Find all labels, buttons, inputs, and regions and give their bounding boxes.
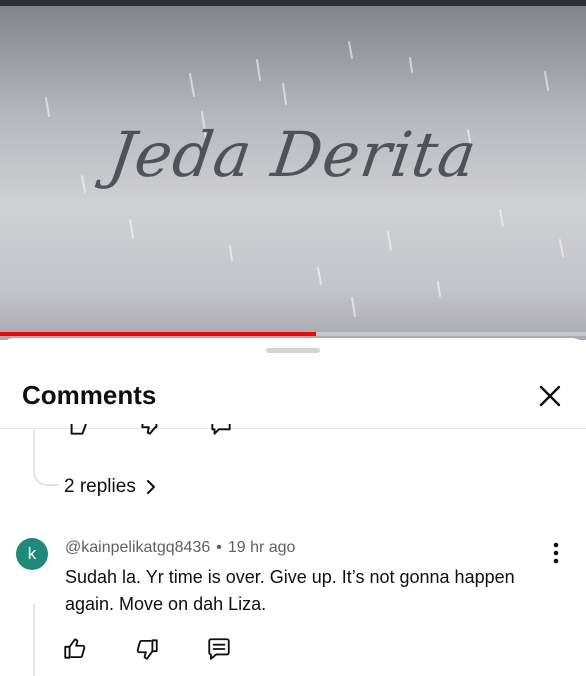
comment-menu-button[interactable] bbox=[544, 540, 568, 566]
more-vert-icon bbox=[553, 542, 559, 564]
like-icon bbox=[64, 638, 86, 659]
comment-actions bbox=[62, 636, 232, 662]
comment-time: 19 hr ago bbox=[227, 539, 296, 556]
dislike-icon bbox=[141, 424, 158, 435]
video-progress-fill bbox=[0, 332, 317, 336]
previous-comment-actions-clipped bbox=[60, 424, 260, 436]
video-title-overlay: Jeda Derita bbox=[104, 118, 482, 191]
thread-connector bbox=[33, 430, 59, 486]
dislike-icon bbox=[136, 639, 158, 660]
like-button[interactable] bbox=[62, 636, 88, 662]
meta-separator: • bbox=[216, 539, 222, 556]
reply-button[interactable] bbox=[206, 636, 232, 662]
replies-label: 2 replies bbox=[64, 476, 136, 497]
sheet-title: Comments bbox=[22, 380, 157, 410]
reply-icon bbox=[211, 424, 231, 435]
view-replies-button[interactable]: 2 replies bbox=[64, 476, 158, 498]
comment-text: Sudah la. Yr time is over. Give up. It’s… bbox=[65, 567, 515, 614]
sheet-drag-handle[interactable] bbox=[266, 348, 320, 353]
chevron-right-icon bbox=[146, 480, 155, 494]
avatar[interactable]: k bbox=[16, 538, 48, 570]
like-icon bbox=[70, 424, 87, 435]
comments-sheet: Comments 2 replies k @kainpelikatgq8436 … bbox=[0, 338, 586, 676]
video-progress-bar[interactable] bbox=[0, 332, 586, 336]
comment-author[interactable]: @kainpelikatgq8436 bbox=[65, 539, 210, 556]
reply-icon bbox=[208, 638, 230, 660]
close-icon bbox=[539, 385, 561, 407]
dislike-button[interactable] bbox=[134, 636, 160, 662]
comment-meta: @kainpelikatgq8436 • 19 hr ago bbox=[65, 539, 295, 557]
thread-connector-lower bbox=[33, 604, 35, 676]
video-player[interactable]: Jeda Derita bbox=[0, 0, 586, 340]
close-button[interactable] bbox=[534, 380, 566, 412]
app-frame: Jeda Derita Comments 2 replies k @kainpe… bbox=[0, 0, 586, 676]
